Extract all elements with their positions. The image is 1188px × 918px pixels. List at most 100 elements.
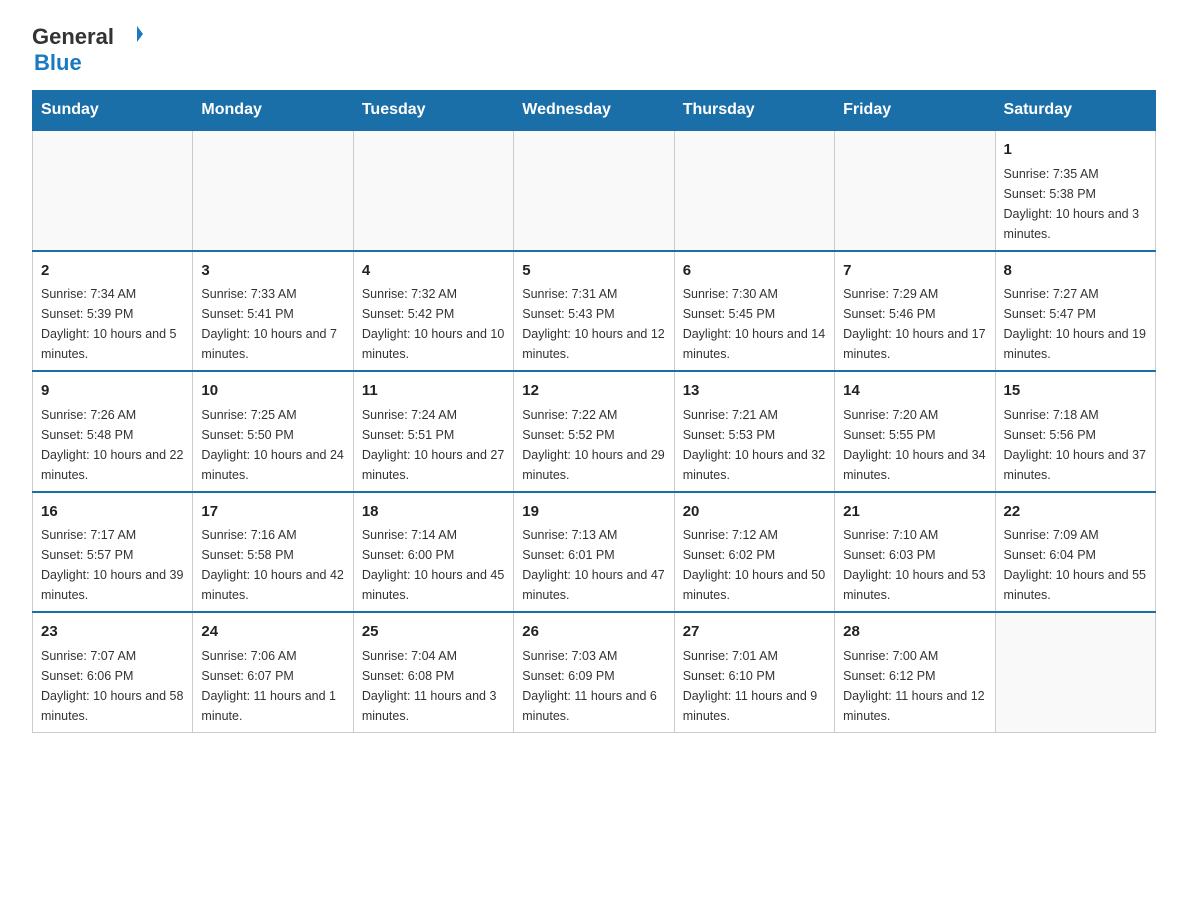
day-cell: 18Sunrise: 7:14 AMSunset: 6:00 PMDayligh… [353,492,513,613]
day-info-text: Sunrise: 7:16 AMSunset: 5:58 PMDaylight:… [201,525,344,605]
week-row: 23Sunrise: 7:07 AMSunset: 6:06 PMDayligh… [33,612,1156,732]
day-number: 20 [683,501,826,524]
day-number: 24 [201,621,344,644]
logo-blue: Blue [34,50,82,75]
day-cell: 5Sunrise: 7:31 AMSunset: 5:43 PMDaylight… [514,251,674,372]
day-number: 11 [362,380,505,403]
day-info-text: Sunrise: 7:09 AMSunset: 6:04 PMDaylight:… [1004,525,1147,605]
day-info-text: Sunrise: 7:34 AMSunset: 5:39 PMDaylight:… [41,284,184,364]
day-number: 12 [522,380,665,403]
day-number: 26 [522,621,665,644]
day-info-text: Sunrise: 7:24 AMSunset: 5:51 PMDaylight:… [362,405,505,485]
logo-arrow-icon [117,26,143,48]
day-cell: 27Sunrise: 7:01 AMSunset: 6:10 PMDayligh… [674,612,834,732]
week-row: 2Sunrise: 7:34 AMSunset: 5:39 PMDaylight… [33,251,1156,372]
day-info-text: Sunrise: 7:00 AMSunset: 6:12 PMDaylight:… [843,646,986,726]
day-number: 6 [683,260,826,283]
day-cell: 9Sunrise: 7:26 AMSunset: 5:48 PMDaylight… [33,371,193,492]
day-number: 13 [683,380,826,403]
day-cell: 4Sunrise: 7:32 AMSunset: 5:42 PMDaylight… [353,251,513,372]
day-cell: 8Sunrise: 7:27 AMSunset: 5:47 PMDaylight… [995,251,1155,372]
week-row: 9Sunrise: 7:26 AMSunset: 5:48 PMDaylight… [33,371,1156,492]
day-number: 4 [362,260,505,283]
day-number: 19 [522,501,665,524]
day-cell: 17Sunrise: 7:16 AMSunset: 5:58 PMDayligh… [193,492,353,613]
day-number: 22 [1004,501,1147,524]
week-row: 1Sunrise: 7:35 AMSunset: 5:38 PMDaylight… [33,130,1156,251]
day-info-text: Sunrise: 7:06 AMSunset: 6:07 PMDaylight:… [201,646,344,726]
day-info-text: Sunrise: 7:03 AMSunset: 6:09 PMDaylight:… [522,646,665,726]
day-info-text: Sunrise: 7:31 AMSunset: 5:43 PMDaylight:… [522,284,665,364]
day-info-text: Sunrise: 7:25 AMSunset: 5:50 PMDaylight:… [201,405,344,485]
day-info-text: Sunrise: 7:18 AMSunset: 5:56 PMDaylight:… [1004,405,1147,485]
week-row: 16Sunrise: 7:17 AMSunset: 5:57 PMDayligh… [33,492,1156,613]
day-number: 15 [1004,380,1147,403]
day-cell [353,130,513,251]
day-number: 21 [843,501,986,524]
day-info-text: Sunrise: 7:01 AMSunset: 6:10 PMDaylight:… [683,646,826,726]
day-cell: 11Sunrise: 7:24 AMSunset: 5:51 PMDayligh… [353,371,513,492]
calendar-header-row: SundayMondayTuesdayWednesdayThursdayFrid… [33,91,1156,131]
day-cell [674,130,834,251]
day-number: 25 [362,621,505,644]
day-cell: 20Sunrise: 7:12 AMSunset: 6:02 PMDayligh… [674,492,834,613]
day-info-text: Sunrise: 7:17 AMSunset: 5:57 PMDaylight:… [41,525,184,605]
col-header-wednesday: Wednesday [514,91,674,131]
col-header-friday: Friday [835,91,995,131]
day-info-text: Sunrise: 7:14 AMSunset: 6:00 PMDaylight:… [362,525,505,605]
top-header: General Blue [32,24,1156,76]
day-cell: 6Sunrise: 7:30 AMSunset: 5:45 PMDaylight… [674,251,834,372]
col-header-saturday: Saturday [995,91,1155,131]
day-number: 18 [362,501,505,524]
day-cell: 15Sunrise: 7:18 AMSunset: 5:56 PMDayligh… [995,371,1155,492]
day-info-text: Sunrise: 7:13 AMSunset: 6:01 PMDaylight:… [522,525,665,605]
day-cell [514,130,674,251]
day-number: 9 [41,380,184,403]
day-number: 14 [843,380,986,403]
day-number: 23 [41,621,184,644]
logo-general: General [32,24,114,50]
day-cell: 26Sunrise: 7:03 AMSunset: 6:09 PMDayligh… [514,612,674,732]
logo-block: General Blue [32,24,192,76]
day-cell [995,612,1155,732]
day-cell: 21Sunrise: 7:10 AMSunset: 6:03 PMDayligh… [835,492,995,613]
day-cell: 7Sunrise: 7:29 AMSunset: 5:46 PMDaylight… [835,251,995,372]
main-calendar: SundayMondayTuesdayWednesdayThursdayFrid… [32,90,1156,733]
day-info-text: Sunrise: 7:20 AMSunset: 5:55 PMDaylight:… [843,405,986,485]
day-cell: 19Sunrise: 7:13 AMSunset: 6:01 PMDayligh… [514,492,674,613]
day-cell: 1Sunrise: 7:35 AMSunset: 5:38 PMDaylight… [995,130,1155,251]
day-number: 5 [522,260,665,283]
day-number: 16 [41,501,184,524]
col-header-thursday: Thursday [674,91,834,131]
day-cell: 13Sunrise: 7:21 AMSunset: 5:53 PMDayligh… [674,371,834,492]
day-cell [33,130,193,251]
col-header-sunday: Sunday [33,91,193,131]
day-cell: 14Sunrise: 7:20 AMSunset: 5:55 PMDayligh… [835,371,995,492]
col-header-monday: Monday [193,91,353,131]
day-info-text: Sunrise: 7:10 AMSunset: 6:03 PMDaylight:… [843,525,986,605]
day-number: 10 [201,380,344,403]
col-header-tuesday: Tuesday [353,91,513,131]
day-info-text: Sunrise: 7:30 AMSunset: 5:45 PMDaylight:… [683,284,826,364]
day-number: 8 [1004,260,1147,283]
day-cell: 24Sunrise: 7:06 AMSunset: 6:07 PMDayligh… [193,612,353,732]
day-info-text: Sunrise: 7:07 AMSunset: 6:06 PMDaylight:… [41,646,184,726]
day-info-text: Sunrise: 7:32 AMSunset: 5:42 PMDaylight:… [362,284,505,364]
logo-line1: General [32,24,143,50]
day-info-text: Sunrise: 7:26 AMSunset: 5:48 PMDaylight:… [41,405,184,485]
day-cell: 22Sunrise: 7:09 AMSunset: 6:04 PMDayligh… [995,492,1155,613]
day-number: 1 [1004,139,1147,162]
day-number: 27 [683,621,826,644]
day-info-text: Sunrise: 7:22 AMSunset: 5:52 PMDaylight:… [522,405,665,485]
day-info-text: Sunrise: 7:04 AMSunset: 6:08 PMDaylight:… [362,646,505,726]
day-number: 28 [843,621,986,644]
day-info-text: Sunrise: 7:29 AMSunset: 5:46 PMDaylight:… [843,284,986,364]
day-cell: 12Sunrise: 7:22 AMSunset: 5:52 PMDayligh… [514,371,674,492]
day-cell: 2Sunrise: 7:34 AMSunset: 5:39 PMDaylight… [33,251,193,372]
day-cell: 3Sunrise: 7:33 AMSunset: 5:41 PMDaylight… [193,251,353,372]
day-cell: 10Sunrise: 7:25 AMSunset: 5:50 PMDayligh… [193,371,353,492]
day-cell: 28Sunrise: 7:00 AMSunset: 6:12 PMDayligh… [835,612,995,732]
day-cell: 16Sunrise: 7:17 AMSunset: 5:57 PMDayligh… [33,492,193,613]
day-info-text: Sunrise: 7:21 AMSunset: 5:53 PMDaylight:… [683,405,826,485]
day-number: 3 [201,260,344,283]
